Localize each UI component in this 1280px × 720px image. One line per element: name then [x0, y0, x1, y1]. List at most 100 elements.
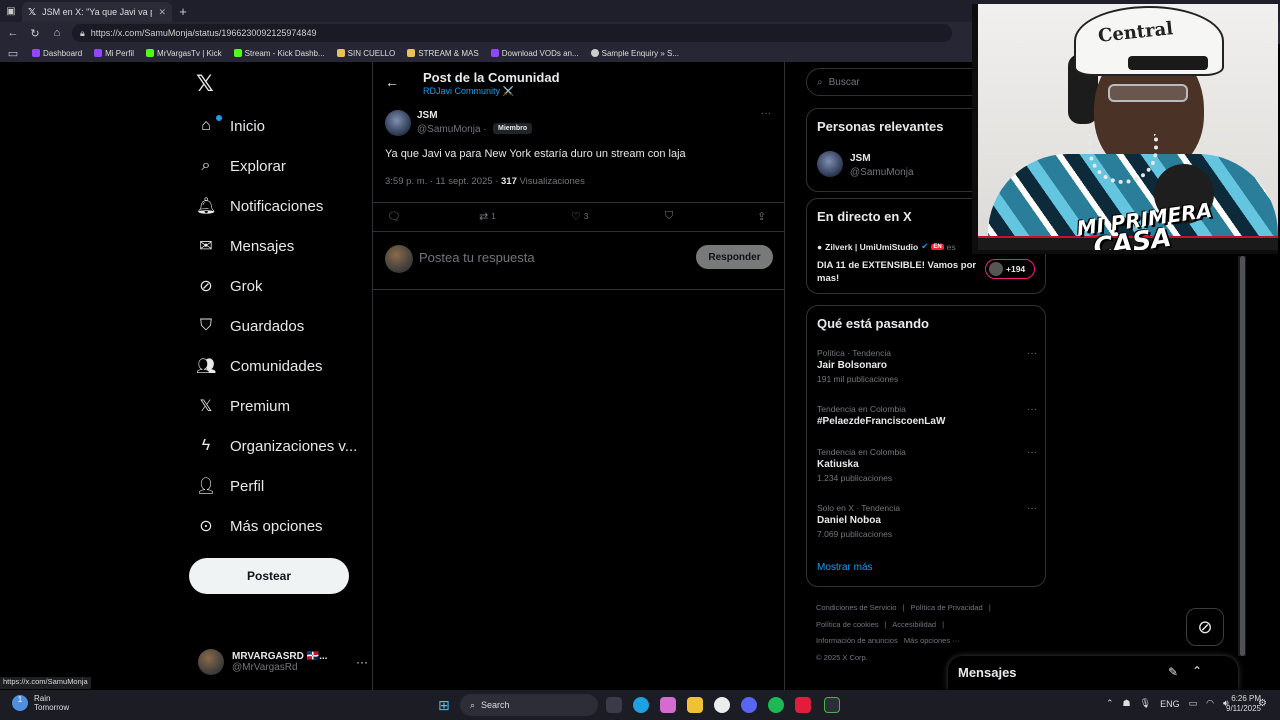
chrome-icon[interactable]	[714, 697, 730, 713]
display-icon[interactable]: ▭	[1189, 698, 1198, 709]
community-link[interactable]: RDJavi Community ⚔️	[423, 86, 514, 97]
taskbar-search[interactable]: ⌕ Search	[460, 694, 598, 716]
nav-item-premium[interactable]: 𝕏 Premium	[196, 394, 290, 418]
live-badge: EN	[931, 243, 944, 250]
more-circle-icon: ⊙	[199, 518, 213, 535]
nav-item-notificaciones[interactable]: 🔔︎ Notificaciones	[196, 194, 323, 218]
wifi-icon[interactable]: ◠	[1206, 698, 1214, 709]
tab-close-icon[interactable]: ✕	[158, 7, 166, 18]
nav-item-organizaciones[interactable]: ϟ Organizaciones v...	[196, 434, 358, 458]
notification-bell-icon[interactable]: ⚙	[1258, 698, 1267, 709]
footer-separator: |	[988, 603, 991, 612]
reply-input[interactable]: Postea tu respuesta	[419, 250, 535, 265]
url-field[interactable]: 🔒︎ https://x.com/SamuMonja/status/196623…	[72, 24, 952, 42]
webcam-overlay: Central MI PRIMERA CASA	[972, 4, 1278, 254]
x-logo-icon[interactable]: 𝕏	[196, 72, 214, 97]
discord-icon[interactable]	[741, 697, 757, 713]
trend-item[interactable]: Tendencia en Colombia #PelaezdeFrancisco…	[817, 404, 1037, 430]
account-switcher[interactable]: MRVARGASRD 🇩🇴... @MrVargasRd ···	[198, 644, 368, 680]
terminal-icon[interactable]	[824, 697, 840, 713]
new-tab-icon[interactable]: +	[172, 4, 194, 19]
show-more-link[interactable]: Mostrar más	[817, 562, 873, 573]
heart-icon: ♡	[571, 211, 581, 223]
post-time[interactable]: 3:59 p. m. · 11 sept. 2025 ·	[385, 176, 498, 187]
back-arrow-icon[interactable]: ←	[6, 27, 20, 39]
bookmark-item[interactable]: Download VODs an...	[490, 49, 579, 58]
footer-link[interactable]: Más opciones ···	[904, 636, 960, 645]
bookmark-item[interactable]: Stream - Kick Dashb...	[233, 49, 325, 58]
bookmark-button[interactable]: ⛉	[665, 210, 673, 223]
nav-item-guardados[interactable]: ⛉ Guardados	[196, 314, 304, 338]
windows-start-icon[interactable]: ⊞	[438, 697, 450, 714]
reply-button[interactable]: 🗨︎	[387, 210, 401, 223]
more-dots-icon[interactable]: ···	[1027, 447, 1037, 458]
nav-item-comunidades[interactable]: 👥︎ Comunidades	[196, 354, 323, 378]
reading-list-icon[interactable]: ▭	[6, 47, 20, 60]
share-button[interactable]: ⇪	[757, 210, 766, 223]
refresh-icon[interactable]: ↻	[28, 27, 42, 40]
nav-item-mensajes[interactable]: ✉ Mensajes	[196, 234, 294, 258]
footer-link[interactable]: Condiciones de Servicio	[816, 603, 896, 612]
trend-item[interactable]: Tendencia en Colombia Katiuska 1.234 pub…	[817, 447, 1037, 483]
bookmark-item[interactable]: Mi Perfil	[94, 49, 134, 58]
obs-app-icon[interactable]	[795, 697, 811, 713]
relevant-name[interactable]: JSM	[850, 153, 871, 164]
author-name[interactable]: JSM	[417, 110, 438, 121]
bell-icon: 🔔︎	[196, 198, 217, 215]
clock[interactable]: 6:26 PM 9/11/2025	[1226, 694, 1261, 714]
file-explorer-icon[interactable]	[687, 697, 703, 713]
more-dots-icon[interactable]: ···	[1027, 404, 1037, 415]
language-indicator[interactable]: ENG	[1160, 699, 1180, 709]
nav-item-mas-opciones[interactable]: ⊙ Más opciones	[196, 514, 322, 538]
avatar[interactable]	[817, 151, 843, 177]
trend-item[interactable]: Solo en X · Tendencia Daniel Noboa 7.069…	[817, 503, 1037, 539]
home-browser-icon[interactable]: ⌂	[50, 27, 64, 39]
reply-submit-button[interactable]: Responder	[696, 245, 773, 269]
tab-actions-icon[interactable]: ▣	[0, 0, 22, 22]
bookmark-folder[interactable]: STREAM & MAS	[407, 49, 479, 58]
scrollbar-thumb[interactable]	[1240, 256, 1245, 656]
live-host[interactable]: ● Zilverk | UmiUmiStudio ✔ EN es	[817, 241, 956, 252]
edge-icon[interactable]	[633, 697, 649, 713]
views-count: 317	[501, 176, 517, 187]
new-message-icon[interactable]: ✎	[1168, 665, 1178, 679]
nav-item-explorar[interactable]: ⌕ Explorar	[196, 154, 286, 178]
task-view-icon[interactable]	[606, 697, 622, 713]
bookmark-item[interactable]: Sample Enquiry » S...	[590, 49, 679, 58]
avatar[interactable]	[385, 110, 411, 136]
back-arrow-icon[interactable]: ←	[385, 74, 399, 90]
browser-tab[interactable]: 𝕏 JSM en X: "Ya que Javi va para Ne ✕	[22, 2, 172, 22]
more-dots-icon[interactable]: ···	[1027, 348, 1037, 359]
bookmark-item[interactable]: Dashboard	[32, 49, 82, 58]
more-dots-icon[interactable]: ···	[356, 655, 368, 669]
spotify-icon[interactable]	[768, 697, 784, 713]
live-language: es	[946, 241, 956, 252]
footer-link[interactable]: Accesibilidad	[892, 620, 936, 629]
expand-up-icon[interactable]: ⌃	[1192, 664, 1202, 678]
repost-button[interactable]: ⇄ 1	[479, 210, 496, 223]
more-dots-icon[interactable]: ···	[761, 108, 771, 119]
chevron-up-icon[interactable]: ⌃	[1106, 698, 1114, 709]
footer-link[interactable]: Política de cookies	[816, 620, 879, 629]
trend-item[interactable]: Política · Tendencia Jair Bolsonaro 191 …	[817, 348, 1037, 384]
copilot-icon[interactable]	[660, 697, 676, 713]
like-button[interactable]: ♡ 3	[571, 210, 588, 223]
bookmark-item[interactable]: MrVargasTv | Kick	[146, 49, 222, 58]
messages-drawer[interactable]: Mensajes ✎ ⌃	[948, 656, 1238, 690]
relevant-handle[interactable]: @SamuMonja	[850, 167, 914, 178]
live-stream-title[interactable]: DIA 11 de EXTENSIBLE! Vamos por mas!	[817, 259, 977, 285]
weather-widget[interactable]: 1 Rain Tomorrow	[12, 694, 69, 712]
nav-item-inicio[interactable]: ⌂ Inicio	[196, 114, 265, 138]
live-viewers[interactable]: +194	[985, 259, 1035, 279]
mic-icon[interactable]: 🎙︎	[1140, 698, 1151, 709]
more-dots-icon[interactable]: ···	[1027, 503, 1037, 514]
nav-item-perfil[interactable]: 👤︎ Perfil	[196, 474, 264, 498]
bookmark-folder[interactable]: SIN CUELLO	[336, 49, 395, 58]
post-button[interactable]: Postear	[189, 558, 349, 594]
author-handle[interactable]: @SamuMonja ·	[417, 124, 487, 135]
network-icon[interactable]: ☗	[1123, 698, 1131, 709]
footer-link[interactable]: Información de anuncios	[816, 636, 898, 645]
nav-item-grok[interactable]: ⊘ Grok	[196, 274, 262, 298]
footer-link[interactable]: Política de Privacidad	[911, 603, 983, 612]
grok-icon[interactable]: ⊘	[1186, 608, 1224, 646]
